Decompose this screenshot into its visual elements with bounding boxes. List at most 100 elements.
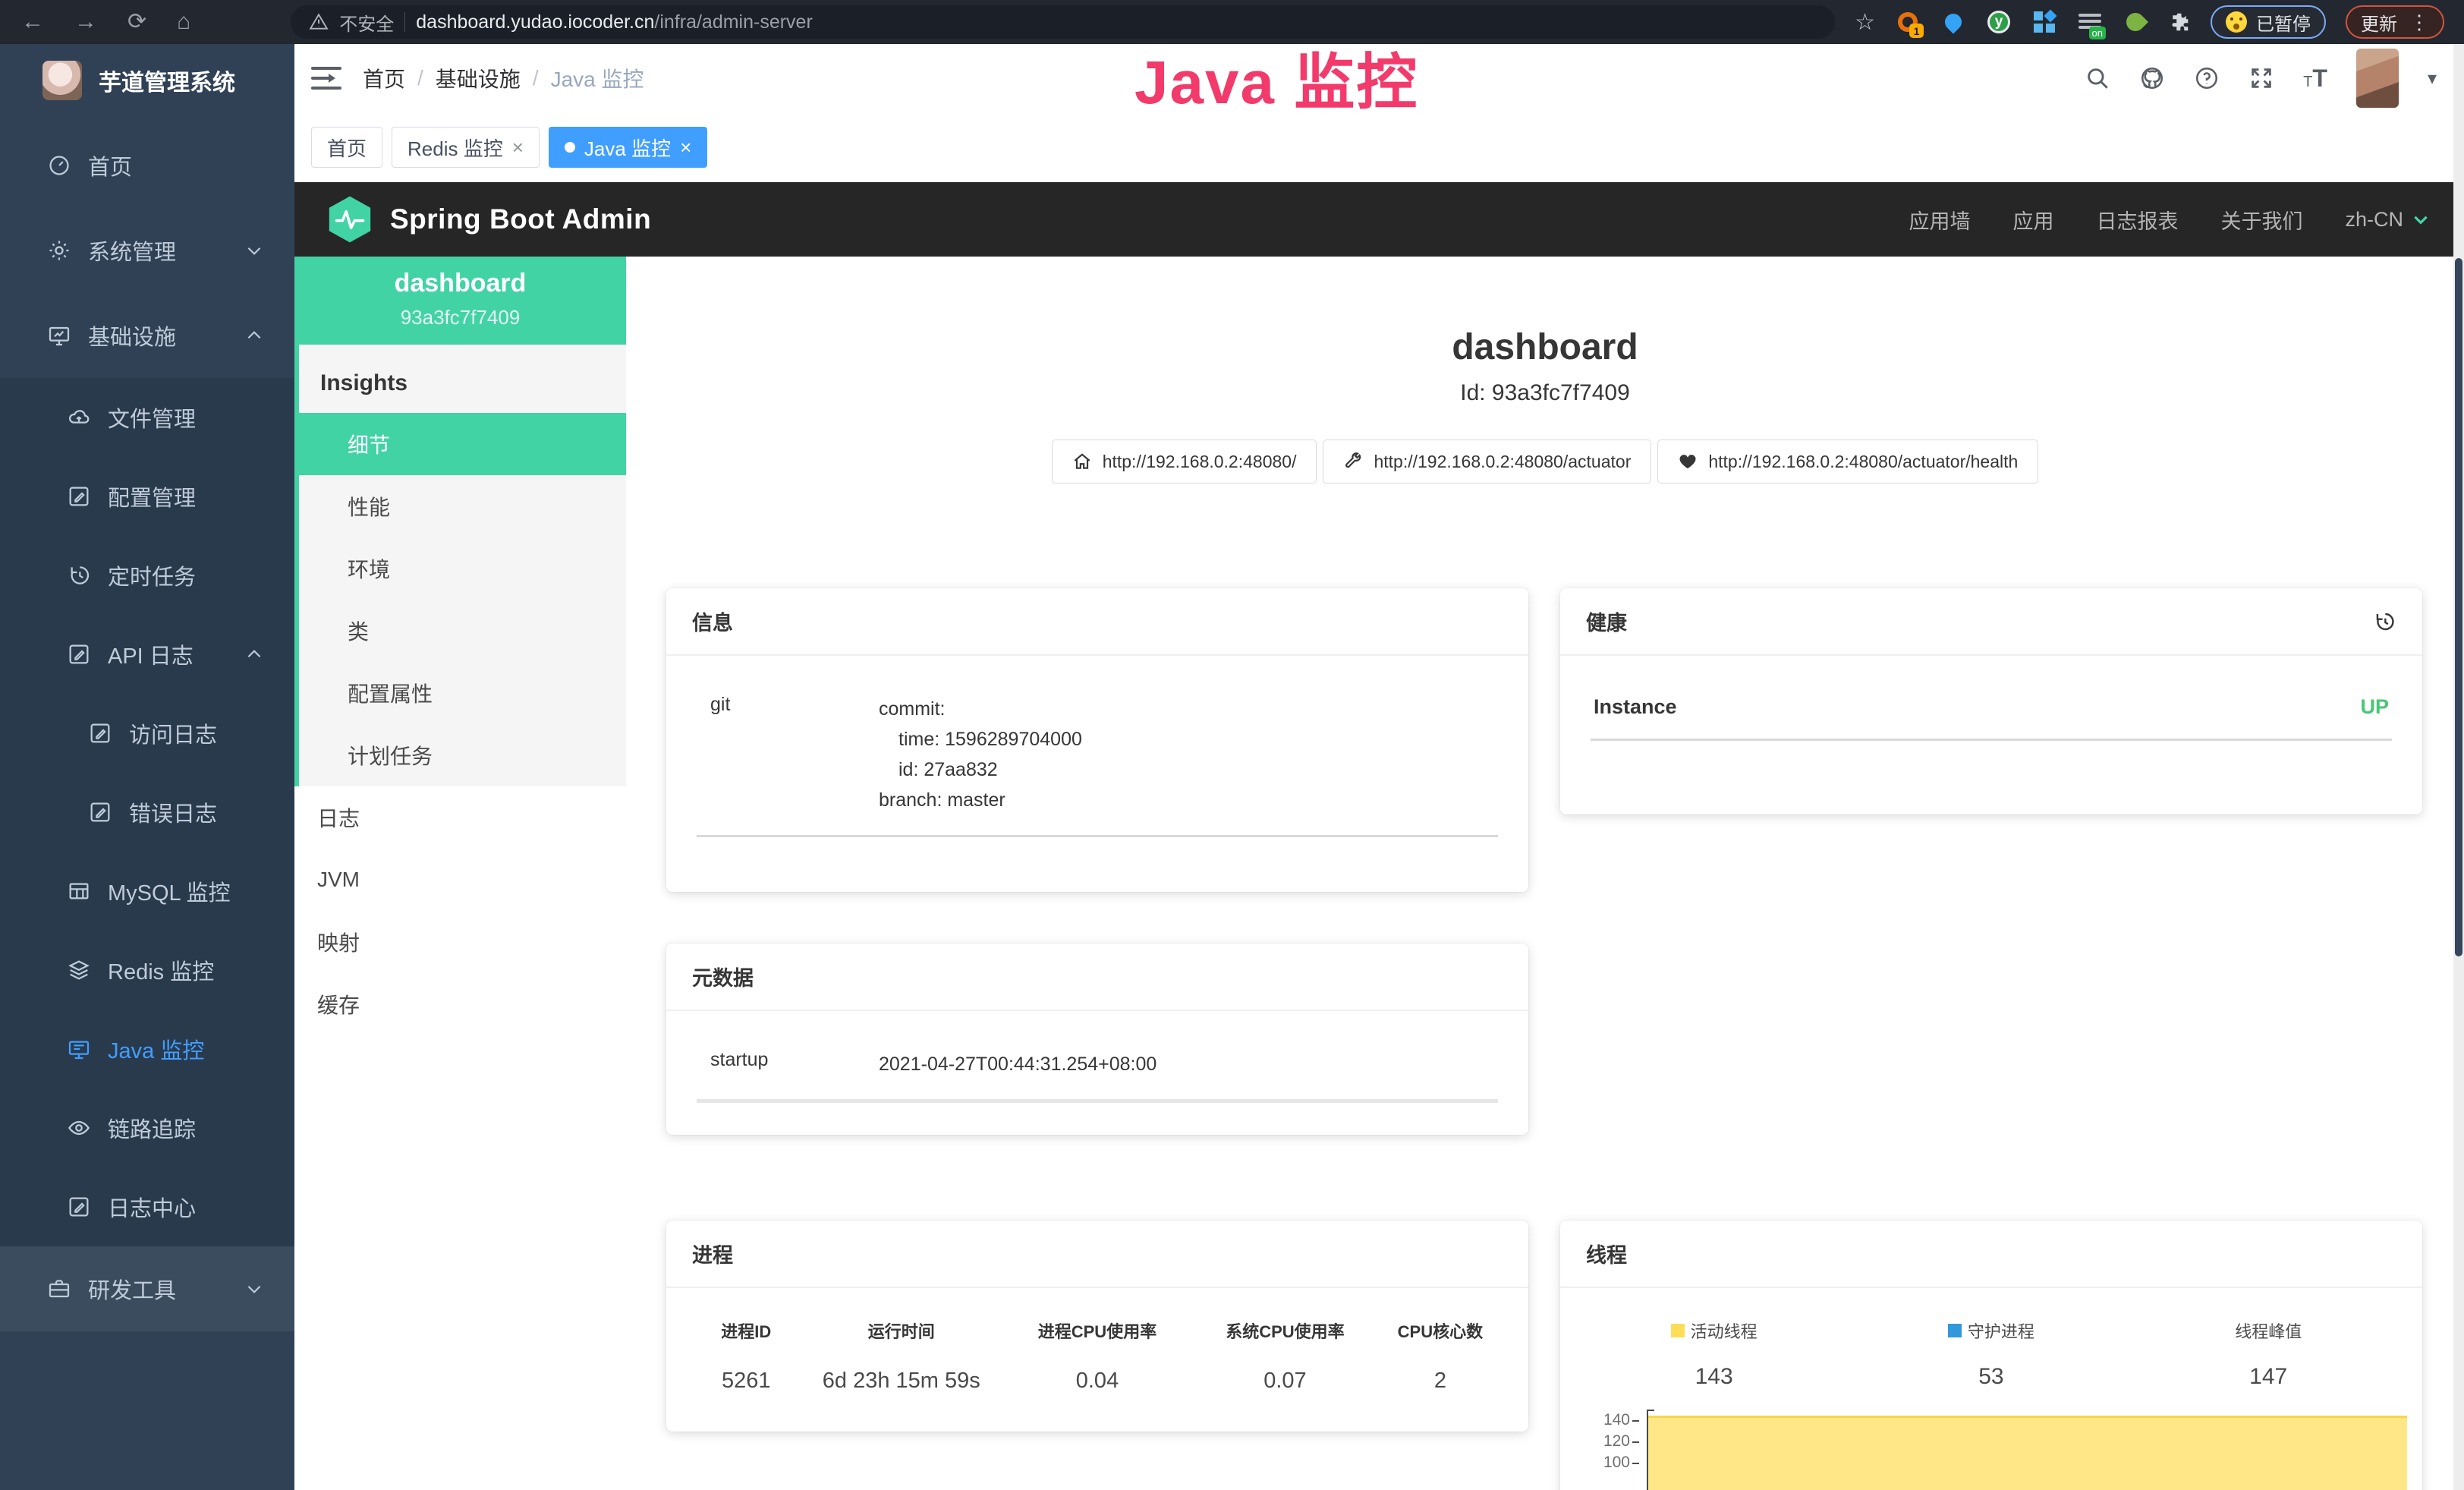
- font-size-icon[interactable]: TT: [2303, 65, 2327, 93]
- extension-list-icon[interactable]: on: [2077, 9, 2103, 35]
- gear-icon: [47, 238, 71, 263]
- sidebar-item-java-monitor[interactable]: Java 监控: [0, 1010, 294, 1088]
- app-logo[interactable]: 芋道管理系统: [0, 44, 294, 114]
- sidebar-item-system[interactable]: 系统管理: [0, 208, 294, 293]
- sba-menu-environment[interactable]: 环境: [299, 537, 626, 600]
- sba-nav-about[interactable]: 关于我们: [2220, 205, 2302, 235]
- history-icon[interactable]: [2372, 610, 2396, 634]
- hamburger-icon[interactable]: [311, 65, 341, 91]
- sidebar-item-dev-tools[interactable]: 研发工具: [0, 1246, 294, 1331]
- tab-redis-monitor[interactable]: Redis 监控 ×: [392, 127, 540, 168]
- reload-icon[interactable]: ⟳: [127, 11, 146, 33]
- sba-menu-details[interactable]: 细节: [294, 413, 626, 475]
- bookmark-star-icon[interactable]: ☆: [1855, 9, 1875, 36]
- threads-panel-header: 线程: [1560, 1221, 2422, 1288]
- update-button[interactable]: 更新 ⋮: [2346, 5, 2444, 39]
- extension-y-icon[interactable]: y: [1986, 9, 2012, 35]
- locale-label: zh-CN: [2345, 208, 2403, 232]
- home-icon[interactable]: ⌂: [177, 11, 190, 33]
- back-icon[interactable]: ←: [21, 11, 44, 33]
- tags-view: 首页 Redis 监控 × Java 监控 ×: [294, 112, 2464, 182]
- sidebar-item-label: 研发工具: [88, 1273, 176, 1305]
- cloud-upload-icon: [67, 405, 91, 430]
- instance-header[interactable]: dashboard 93a3fc7f7409: [294, 257, 626, 345]
- help-icon[interactable]: [2194, 65, 2220, 91]
- avatar-caret-icon[interactable]: ▾: [2428, 68, 2437, 90]
- sidebar-item-error-log[interactable]: 错误日志: [0, 773, 294, 852]
- service-url-button[interactable]: http://192.168.0.2:48080/: [1052, 439, 1317, 484]
- sba-menu-caches[interactable]: 缓存: [294, 973, 626, 1035]
- scrollbar-thumb[interactable]: [2455, 258, 2462, 956]
- stat-label: 活动线程: [1691, 1318, 1758, 1343]
- sba-nav-wallboard[interactable]: 应用墙: [1909, 205, 1970, 235]
- y-tick: 140: [1583, 1411, 1630, 1429]
- fullscreen-icon[interactable]: [2248, 65, 2274, 91]
- sidebar-item-mysql-monitor[interactable]: MySQL 监控: [0, 852, 294, 931]
- wrench-icon: [1343, 452, 1363, 471]
- sba-menu-metrics[interactable]: 性能: [299, 475, 626, 537]
- breadcrumb-current: Java 监控: [551, 63, 644, 93]
- sba-nav-journal[interactable]: 日志报表: [2096, 205, 2178, 235]
- panel-title: 进程: [692, 1239, 733, 1268]
- sba-header: Spring Boot Admin 应用墙 应用 日志报表 关于我们 zh-CN: [294, 182, 2464, 257]
- sidebar-item-access-log[interactable]: 访问日志: [0, 694, 294, 773]
- stat-live-threads: 活动线程 143: [1575, 1318, 1852, 1390]
- health-url: http://192.168.0.2:48080/actuator/health: [1708, 452, 2018, 472]
- threads-panel: 线程 活动线程 143 守护进程 53 线程峰值 147 140 120: [1560, 1221, 2422, 1490]
- sba-nav-applications[interactable]: 应用: [2012, 205, 2053, 235]
- actuator-url-button[interactable]: http://192.168.0.2:48080/actuator: [1323, 439, 1651, 484]
- page-scrollbar[interactable]: [2453, 44, 2464, 1490]
- sidebar-item-label: 文件管理: [108, 402, 196, 433]
- sidebar-item-home[interactable]: 首页: [0, 123, 294, 208]
- panel-title: 健康: [1586, 606, 1627, 636]
- breadcrumb: 首页 / 基础设施 / Java 监控: [363, 63, 644, 93]
- sidebar-item-infrastructure[interactable]: 基础设施: [0, 293, 294, 378]
- tab-home[interactable]: 首页: [311, 127, 382, 168]
- sidebar-item-redis-monitor[interactable]: Redis 监控: [0, 931, 294, 1010]
- sba-menu-config-props[interactable]: 配置属性: [299, 662, 626, 724]
- extension-leaf-icon[interactable]: [2123, 9, 2148, 35]
- page-subtitle: Id: 93a3fc7f7409: [626, 380, 2464, 406]
- health-url-button[interactable]: http://192.168.0.2:48080/actuator/health: [1657, 439, 2038, 484]
- github-icon[interactable]: [2139, 65, 2165, 91]
- status-badge: UP: [2360, 695, 2389, 719]
- sba-menu-scheduled-tasks[interactable]: 计划任务: [299, 724, 626, 786]
- stat-value: 143: [1575, 1364, 1852, 1390]
- column-header: 进程ID: [689, 1318, 804, 1343]
- sba-menu-logs[interactable]: 日志: [294, 786, 626, 849]
- health-panel-header: 健康: [1560, 588, 2422, 656]
- stat-daemon-threads: 守护进程 53: [1852, 1318, 2129, 1390]
- close-icon[interactable]: ×: [512, 136, 524, 159]
- sidebar-item-log-center[interactable]: 日志中心: [0, 1167, 294, 1246]
- extensions-puzzle-icon[interactable]: [2168, 11, 2191, 33]
- sidebar-item-api-log[interactable]: API 日志: [0, 615, 294, 694]
- extension-pin-icon[interactable]: [1940, 9, 1966, 35]
- extension-grid-icon[interactable]: [2031, 9, 2057, 35]
- sba-menu-mappings[interactable]: 映射: [294, 911, 626, 973]
- sidebar-item-config-management[interactable]: 配置管理: [0, 457, 294, 536]
- heart-icon: [1678, 452, 1698, 471]
- extension-badge: 1: [1909, 24, 1924, 38]
- security-label: 不安全: [339, 9, 394, 36]
- breadcrumb-infrastructure[interactable]: 基础设施: [436, 63, 521, 93]
- close-icon[interactable]: ×: [680, 136, 691, 159]
- sidebar-item-tracing[interactable]: 链路追踪: [0, 1088, 294, 1167]
- sidebar-item-file-management[interactable]: 文件管理: [0, 378, 294, 457]
- avatar[interactable]: [2356, 49, 2399, 108]
- sba-menu-classes[interactable]: 类: [299, 600, 626, 662]
- tab-java-monitor[interactable]: Java 监控 ×: [549, 127, 707, 168]
- column-header: 系统CPU使用率: [1195, 1318, 1375, 1343]
- info-line: id: 27aa832: [879, 754, 1498, 785]
- home-icon: [1072, 452, 1092, 471]
- profile-paused-chip[interactable]: 已暂停: [2211, 5, 2326, 39]
- address-bar[interactable]: 不安全 dashboard.yudao.iocoder.cn/infra/adm…: [291, 5, 1835, 39]
- breadcrumb-home[interactable]: 首页: [363, 63, 405, 93]
- sba-menu-jvm[interactable]: JVM: [294, 849, 626, 911]
- extension-orange-icon[interactable]: 1: [1895, 9, 1921, 35]
- search-icon[interactable]: [2085, 65, 2110, 91]
- locale-selector[interactable]: zh-CN: [2345, 208, 2431, 232]
- sidebar-item-scheduled-jobs[interactable]: 定时任务: [0, 536, 294, 615]
- panel-title: 线程: [1586, 1239, 1627, 1268]
- forward-icon[interactable]: →: [74, 11, 97, 33]
- browser-nav: ← → ⟳ ⌂: [15, 11, 190, 33]
